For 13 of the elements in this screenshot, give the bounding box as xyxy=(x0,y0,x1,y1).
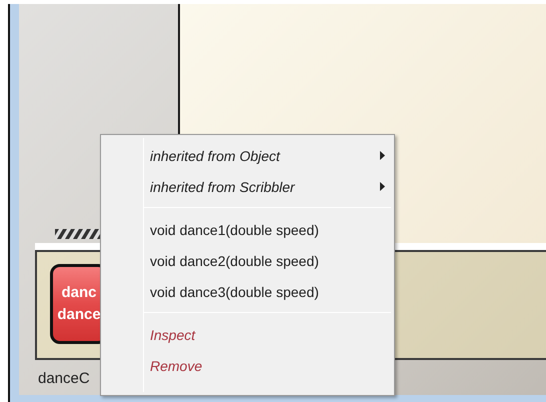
menu-item[interactable]: Remove xyxy=(144,350,391,381)
menu-item[interactable]: void dance1(double speed) xyxy=(144,214,391,245)
menu-item[interactable]: inherited from Scribbler xyxy=(144,171,391,202)
menu-item[interactable]: Inspect xyxy=(144,319,391,350)
object-button-label: dance xyxy=(57,307,101,323)
submenu-arrow-icon xyxy=(380,151,385,160)
object-button-label: danc xyxy=(61,285,96,301)
menu-item[interactable]: inherited from Object xyxy=(144,140,391,171)
object-name: danceC xyxy=(38,370,90,387)
hatched-handle-icon xyxy=(55,229,101,239)
menu-item[interactable]: void dance3(double speed) xyxy=(144,276,391,307)
submenu-arrow-icon xyxy=(380,182,385,191)
menu-item[interactable]: void dance2(double speed) xyxy=(144,245,391,276)
